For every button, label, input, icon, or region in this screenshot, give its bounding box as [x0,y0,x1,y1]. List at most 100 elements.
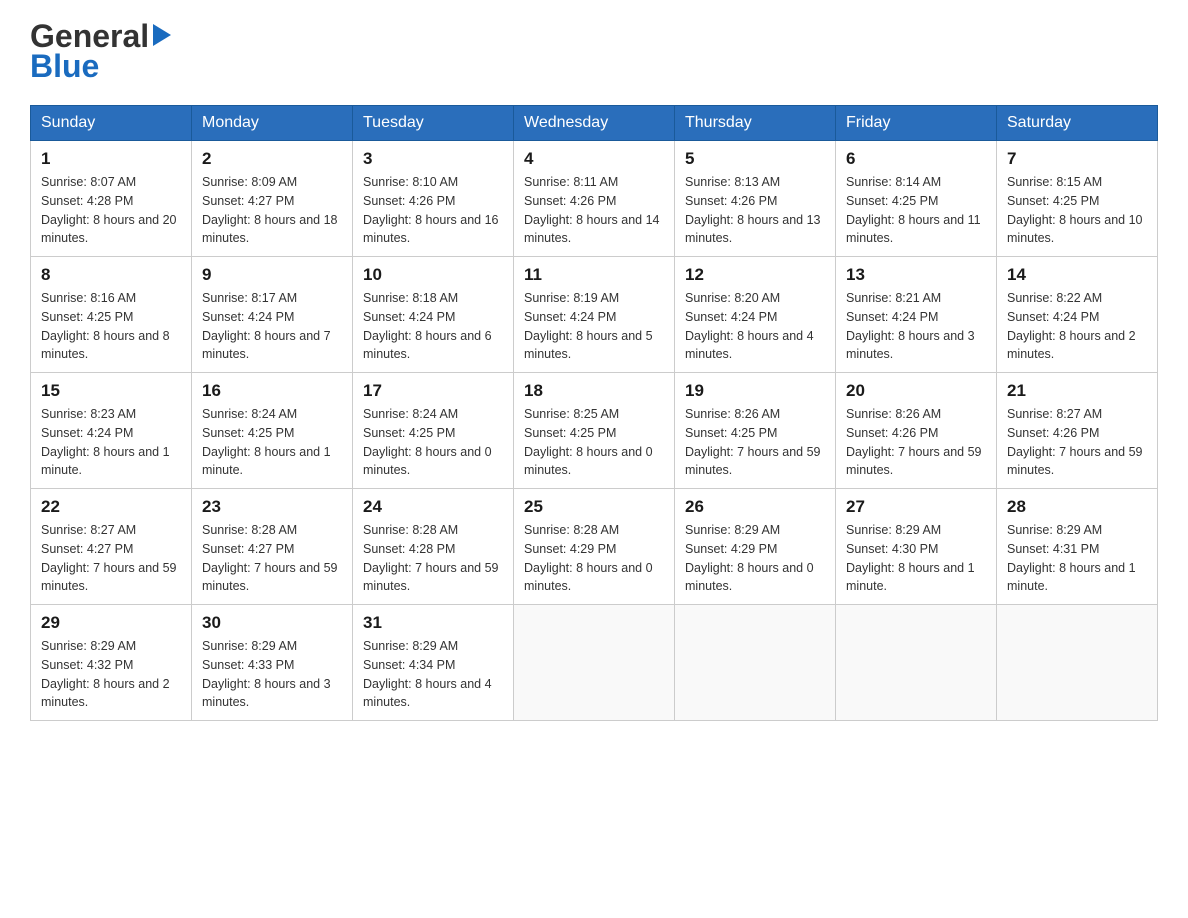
day-info: Sunrise: 8:25 AM Sunset: 4:25 PM Dayligh… [524,405,664,480]
day-number: 1 [41,149,181,169]
day-info: Sunrise: 8:24 AM Sunset: 4:25 PM Dayligh… [363,405,503,480]
day-number: 15 [41,381,181,401]
header-friday: Friday [836,106,997,141]
calendar-cell: 17 Sunrise: 8:24 AM Sunset: 4:25 PM Dayl… [353,373,514,489]
logo: General Blue [30,20,171,85]
calendar-header-row: SundayMondayTuesdayWednesdayThursdayFrid… [31,106,1158,141]
logo-arrow-icon [153,24,171,46]
calendar-cell: 23 Sunrise: 8:28 AM Sunset: 4:27 PM Dayl… [192,489,353,605]
calendar-cell: 15 Sunrise: 8:23 AM Sunset: 4:24 PM Dayl… [31,373,192,489]
day-info: Sunrise: 8:24 AM Sunset: 4:25 PM Dayligh… [202,405,342,480]
calendar-table: SundayMondayTuesdayWednesdayThursdayFrid… [30,105,1158,721]
day-info: Sunrise: 8:22 AM Sunset: 4:24 PM Dayligh… [1007,289,1147,364]
calendar-cell: 22 Sunrise: 8:27 AM Sunset: 4:27 PM Dayl… [31,489,192,605]
day-number: 28 [1007,497,1147,517]
day-number: 31 [363,613,503,633]
day-info: Sunrise: 8:26 AM Sunset: 4:25 PM Dayligh… [685,405,825,480]
calendar-cell: 13 Sunrise: 8:21 AM Sunset: 4:24 PM Dayl… [836,257,997,373]
day-number: 2 [202,149,342,169]
day-number: 17 [363,381,503,401]
calendar-cell: 7 Sunrise: 8:15 AM Sunset: 4:25 PM Dayli… [997,141,1158,257]
calendar-cell: 12 Sunrise: 8:20 AM Sunset: 4:24 PM Dayl… [675,257,836,373]
calendar-cell: 16 Sunrise: 8:24 AM Sunset: 4:25 PM Dayl… [192,373,353,489]
calendar-cell: 4 Sunrise: 8:11 AM Sunset: 4:26 PM Dayli… [514,141,675,257]
day-number: 3 [363,149,503,169]
header-tuesday: Tuesday [353,106,514,141]
page-header: General Blue [30,20,1158,85]
calendar-cell: 24 Sunrise: 8:28 AM Sunset: 4:28 PM Dayl… [353,489,514,605]
day-number: 16 [202,381,342,401]
day-number: 29 [41,613,181,633]
day-number: 21 [1007,381,1147,401]
calendar-cell [514,605,675,721]
day-number: 20 [846,381,986,401]
week-row-2: 8 Sunrise: 8:16 AM Sunset: 4:25 PM Dayli… [31,257,1158,373]
day-number: 5 [685,149,825,169]
day-info: Sunrise: 8:29 AM Sunset: 4:31 PM Dayligh… [1007,521,1147,596]
calendar-cell: 25 Sunrise: 8:28 AM Sunset: 4:29 PM Dayl… [514,489,675,605]
day-info: Sunrise: 8:23 AM Sunset: 4:24 PM Dayligh… [41,405,181,480]
day-number: 26 [685,497,825,517]
day-info: Sunrise: 8:21 AM Sunset: 4:24 PM Dayligh… [846,289,986,364]
day-info: Sunrise: 8:28 AM Sunset: 4:29 PM Dayligh… [524,521,664,596]
day-info: Sunrise: 8:17 AM Sunset: 4:24 PM Dayligh… [202,289,342,364]
day-number: 24 [363,497,503,517]
day-number: 8 [41,265,181,285]
calendar-cell: 11 Sunrise: 8:19 AM Sunset: 4:24 PM Dayl… [514,257,675,373]
week-row-1: 1 Sunrise: 8:07 AM Sunset: 4:28 PM Dayli… [31,141,1158,257]
calendar-cell: 26 Sunrise: 8:29 AM Sunset: 4:29 PM Dayl… [675,489,836,605]
calendar-cell: 3 Sunrise: 8:10 AM Sunset: 4:26 PM Dayli… [353,141,514,257]
day-number: 22 [41,497,181,517]
day-number: 30 [202,613,342,633]
day-number: 6 [846,149,986,169]
day-info: Sunrise: 8:29 AM Sunset: 4:30 PM Dayligh… [846,521,986,596]
day-number: 19 [685,381,825,401]
day-number: 9 [202,265,342,285]
calendar-cell: 2 Sunrise: 8:09 AM Sunset: 4:27 PM Dayli… [192,141,353,257]
day-info: Sunrise: 8:16 AM Sunset: 4:25 PM Dayligh… [41,289,181,364]
day-info: Sunrise: 8:29 AM Sunset: 4:33 PM Dayligh… [202,637,342,712]
calendar-cell [997,605,1158,721]
day-number: 25 [524,497,664,517]
day-info: Sunrise: 8:28 AM Sunset: 4:27 PM Dayligh… [202,521,342,596]
day-number: 18 [524,381,664,401]
day-info: Sunrise: 8:26 AM Sunset: 4:26 PM Dayligh… [846,405,986,480]
day-info: Sunrise: 8:10 AM Sunset: 4:26 PM Dayligh… [363,173,503,248]
header-monday: Monday [192,106,353,141]
calendar-cell: 21 Sunrise: 8:27 AM Sunset: 4:26 PM Dayl… [997,373,1158,489]
week-row-3: 15 Sunrise: 8:23 AM Sunset: 4:24 PM Dayl… [31,373,1158,489]
day-number: 23 [202,497,342,517]
day-number: 7 [1007,149,1147,169]
week-row-5: 29 Sunrise: 8:29 AM Sunset: 4:32 PM Dayl… [31,605,1158,721]
header-thursday: Thursday [675,106,836,141]
day-info: Sunrise: 8:29 AM Sunset: 4:34 PM Dayligh… [363,637,503,712]
day-info: Sunrise: 8:28 AM Sunset: 4:28 PM Dayligh… [363,521,503,596]
day-number: 14 [1007,265,1147,285]
day-number: 12 [685,265,825,285]
calendar-cell: 31 Sunrise: 8:29 AM Sunset: 4:34 PM Dayl… [353,605,514,721]
header-sunday: Sunday [31,106,192,141]
calendar-cell: 19 Sunrise: 8:26 AM Sunset: 4:25 PM Dayl… [675,373,836,489]
calendar-cell: 10 Sunrise: 8:18 AM Sunset: 4:24 PM Dayl… [353,257,514,373]
day-info: Sunrise: 8:20 AM Sunset: 4:24 PM Dayligh… [685,289,825,364]
day-number: 27 [846,497,986,517]
calendar-cell: 6 Sunrise: 8:14 AM Sunset: 4:25 PM Dayli… [836,141,997,257]
calendar-cell: 30 Sunrise: 8:29 AM Sunset: 4:33 PM Dayl… [192,605,353,721]
day-info: Sunrise: 8:09 AM Sunset: 4:27 PM Dayligh… [202,173,342,248]
calendar-cell [836,605,997,721]
header-wednesday: Wednesday [514,106,675,141]
header-saturday: Saturday [997,106,1158,141]
day-info: Sunrise: 8:27 AM Sunset: 4:27 PM Dayligh… [41,521,181,596]
day-number: 10 [363,265,503,285]
day-info: Sunrise: 8:07 AM Sunset: 4:28 PM Dayligh… [41,173,181,248]
day-info: Sunrise: 8:11 AM Sunset: 4:26 PM Dayligh… [524,173,664,248]
day-number: 13 [846,265,986,285]
day-info: Sunrise: 8:13 AM Sunset: 4:26 PM Dayligh… [685,173,825,248]
day-info: Sunrise: 8:14 AM Sunset: 4:25 PM Dayligh… [846,173,986,248]
calendar-cell: 29 Sunrise: 8:29 AM Sunset: 4:32 PM Dayl… [31,605,192,721]
calendar-cell: 9 Sunrise: 8:17 AM Sunset: 4:24 PM Dayli… [192,257,353,373]
day-info: Sunrise: 8:27 AM Sunset: 4:26 PM Dayligh… [1007,405,1147,480]
calendar-cell: 28 Sunrise: 8:29 AM Sunset: 4:31 PM Dayl… [997,489,1158,605]
day-info: Sunrise: 8:29 AM Sunset: 4:29 PM Dayligh… [685,521,825,596]
calendar-cell: 14 Sunrise: 8:22 AM Sunset: 4:24 PM Dayl… [997,257,1158,373]
